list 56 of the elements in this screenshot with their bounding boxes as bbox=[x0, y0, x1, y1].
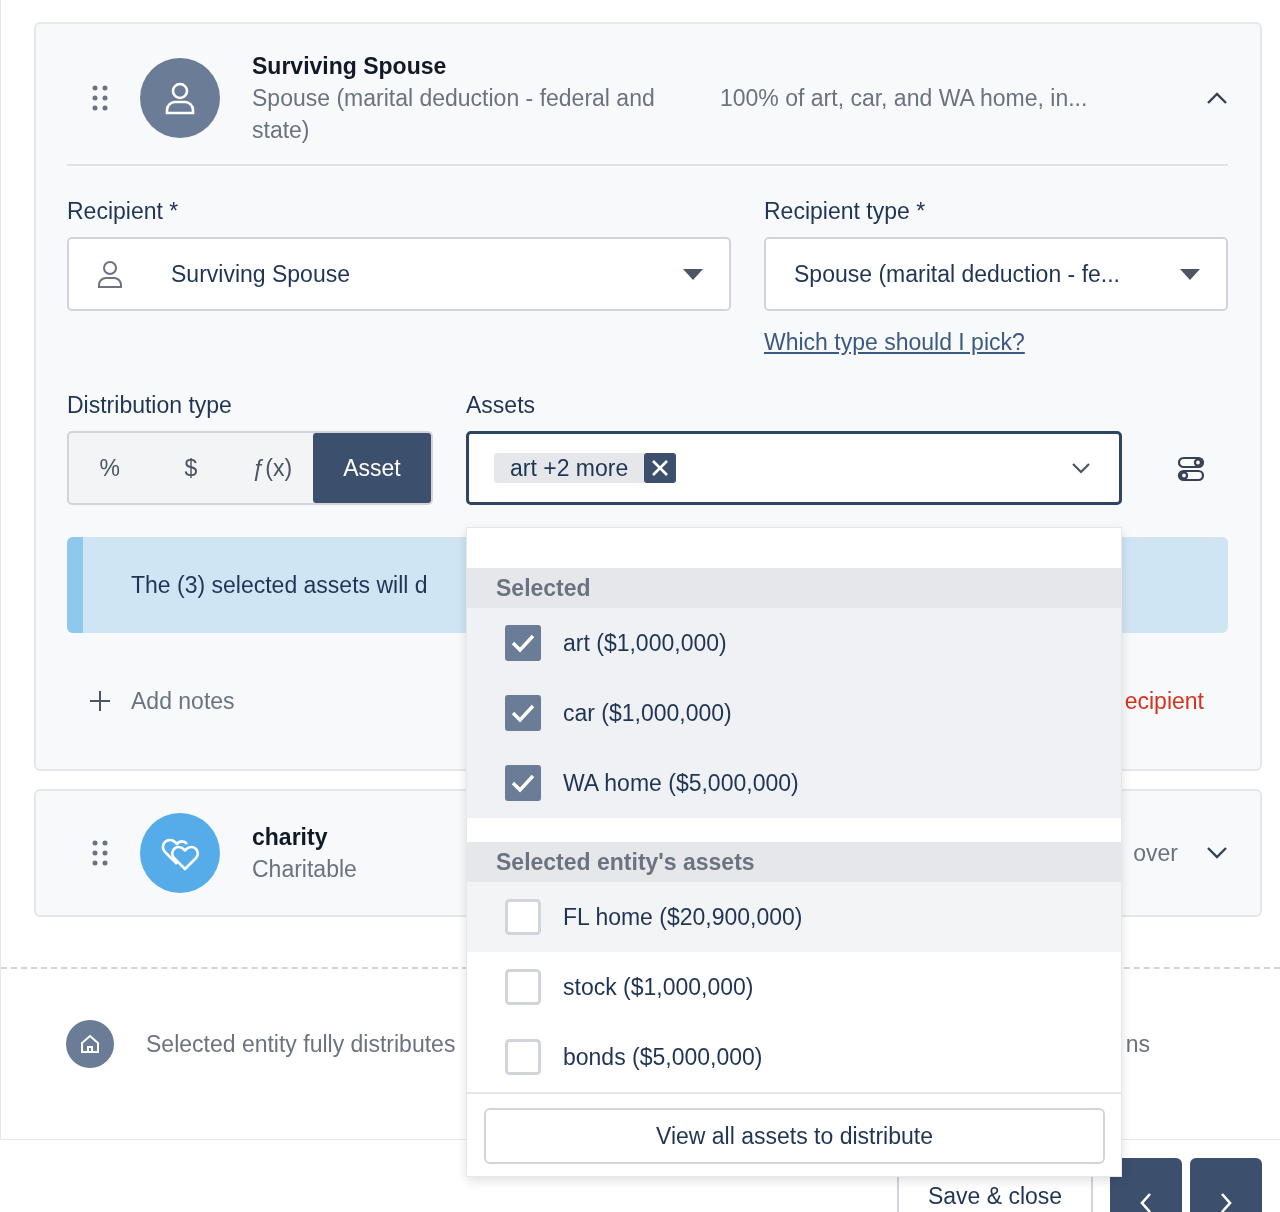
toggle-option[interactable]: % bbox=[69, 433, 151, 503]
chevron-icon[interactable] bbox=[1206, 846, 1228, 860]
field-label: Distribution type bbox=[67, 392, 233, 419]
drag-handle-icon[interactable] bbox=[92, 85, 108, 111]
group-heading: Selected bbox=[467, 568, 1121, 608]
recipient-type-select[interactable]: Spouse (marital deduction - fe... bbox=[764, 237, 1228, 311]
chevron-right-icon bbox=[1219, 1191, 1233, 1212]
checkbox[interactable] bbox=[505, 969, 541, 1005]
chevron-left-icon bbox=[1139, 1191, 1153, 1212]
recipient-type: Spouse (marital deduction - federal and state) bbox=[252, 84, 656, 145]
chevron-icon[interactable] bbox=[1206, 91, 1228, 105]
group-heading: Selected entity's assets bbox=[467, 842, 1121, 882]
checkbox[interactable] bbox=[505, 695, 541, 731]
footer-note: ns bbox=[1125, 1030, 1150, 1058]
plus-icon bbox=[89, 690, 111, 712]
assets-select[interactable]: art +2 more bbox=[466, 431, 1122, 505]
checkbox[interactable] bbox=[505, 625, 541, 661]
toggles-icon[interactable] bbox=[1177, 455, 1205, 483]
dropdown-option[interactable]: WA home ($5,000,000) bbox=[467, 748, 1121, 818]
dropdown-option[interactable]: bonds ($5,000,000) bbox=[467, 1022, 1121, 1092]
dropdown-option[interactable]: art ($1,000,000) bbox=[467, 608, 1121, 678]
recipient-select[interactable]: Surviving Spouse bbox=[67, 237, 731, 311]
close-icon[interactable] bbox=[644, 453, 677, 483]
previous-button[interactable] bbox=[1110, 1158, 1182, 1212]
chevron-down-icon bbox=[1071, 462, 1091, 474]
drag-handle-icon[interactable] bbox=[92, 840, 108, 866]
asset-chip: art +2 more bbox=[494, 453, 645, 483]
footer-note: Selected entity fully distributes bbox=[146, 1030, 456, 1058]
person-icon bbox=[97, 260, 123, 288]
distribution-summary: over bbox=[1133, 839, 1178, 867]
dropdown-option[interactable]: FL home ($20,900,000) bbox=[467, 882, 1121, 952]
checkbox[interactable] bbox=[505, 765, 541, 801]
person-icon bbox=[163, 81, 197, 115]
dropdown-option[interactable]: car ($1,000,000) bbox=[467, 678, 1121, 748]
caret-icon bbox=[1180, 268, 1200, 280]
help-link[interactable]: Which type should I pick? bbox=[764, 329, 1025, 356]
caret-icon bbox=[683, 268, 703, 280]
add-notes-button[interactable]: Add notes bbox=[89, 687, 235, 715]
toggle-option[interactable]: Asset bbox=[313, 433, 431, 503]
home-icon bbox=[66, 1020, 114, 1068]
recipient-type: Charitable bbox=[252, 855, 357, 884]
field-label: Recipient * bbox=[67, 198, 180, 225]
field-label: Recipient type * bbox=[764, 198, 927, 225]
distribution-summary: 100% of art, car, and WA home, in... bbox=[720, 84, 1089, 112]
recipient-name: Surviving Spouse bbox=[252, 52, 448, 81]
remove-recipient-link[interactable]: ecipient bbox=[1124, 687, 1204, 715]
field-label: Assets bbox=[466, 392, 537, 419]
toggle-option[interactable]: $ bbox=[150, 433, 232, 503]
toggle-option[interactable]: ƒ(x) bbox=[231, 433, 313, 503]
checkbox[interactable] bbox=[505, 1039, 541, 1075]
recipient-name: charity bbox=[252, 823, 329, 852]
checkbox[interactable] bbox=[505, 899, 541, 935]
dropdown-option[interactable]: stock ($1,000,000) bbox=[467, 952, 1121, 1022]
next-button[interactable] bbox=[1190, 1158, 1262, 1212]
view-all-assets-button[interactable]: View all assets to distribute bbox=[484, 1108, 1105, 1164]
info-text: The (3) selected assets will d bbox=[131, 571, 428, 599]
